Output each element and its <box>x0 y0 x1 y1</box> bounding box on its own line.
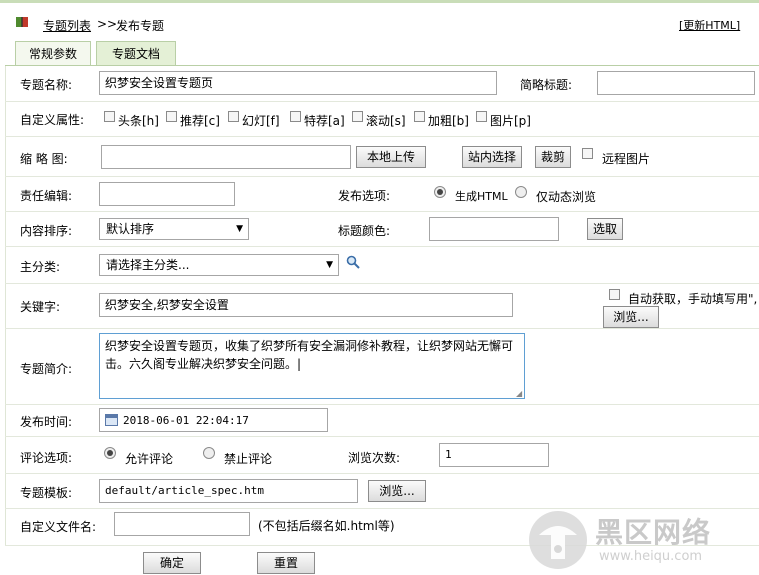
publish-html-label: 生成HTML <box>455 190 508 203</box>
sort-label: 内容排序: <box>20 224 73 238</box>
comment-label: 评论选项: <box>20 451 73 465</box>
resize-handle-icon[interactable]: ◢ <box>516 390 523 398</box>
calendar-icon[interactable] <box>105 414 118 426</box>
search-icon[interactable] <box>346 255 360 269</box>
editor-input[interactable] <box>99 182 235 206</box>
publish-time-input[interactable]: 2018-06-01 22:04:17 <box>99 408 328 432</box>
row-divider <box>5 176 759 177</box>
views-input[interactable]: 1 <box>439 443 549 467</box>
auto-keywords-label: 自动获取，手动填写用", <box>628 292 758 306</box>
breadcrumb-topic-list-link[interactable]: 专题列表 <box>43 17 91 34</box>
keywords-label: 关键字: <box>20 300 61 314</box>
attr-checkbox-b[interactable] <box>414 111 425 122</box>
attr-checkbox-c[interactable] <box>166 111 177 122</box>
keywords-browse-button[interactable]: 浏览... <box>603 306 659 328</box>
comment-allow-radio[interactable] <box>104 447 116 459</box>
attr-label: 自定义属性: <box>20 113 85 127</box>
attr-label-b: 加粗[b] <box>428 114 469 128</box>
category-select-value: 请选择主分类... <box>106 258 190 272</box>
watermark-logo-icon <box>529 511 587 569</box>
auto-keywords-checkbox[interactable] <box>609 289 620 300</box>
tab-topic-docs[interactable]: 专题文档 <box>96 41 176 65</box>
row-divider <box>5 246 759 247</box>
remote-image-checkbox[interactable] <box>582 148 593 159</box>
category-label: 主分类: <box>20 260 61 274</box>
attr-label-p: 图片[p] <box>490 114 531 128</box>
template-label: 专题模板: <box>20 486 73 500</box>
color-pick-button[interactable]: 选取 <box>587 218 623 240</box>
filename-input[interactable] <box>114 512 250 536</box>
dropdown-arrow-icon: ▼ <box>326 260 333 270</box>
attr-label-a: 特荐[a] <box>304 114 345 128</box>
attr-checkbox-f[interactable] <box>228 111 239 122</box>
category-select[interactable]: 请选择主分类... ▼ <box>99 254 339 276</box>
watermark: 黑区网络 www.heiqu.com <box>525 505 759 575</box>
views-label: 浏览次数: <box>348 451 401 465</box>
attr-label-s: 滚动[s] <box>366 114 406 128</box>
short-title-input[interactable] <box>597 71 755 95</box>
crop-button[interactable]: 裁剪 <box>535 146 571 168</box>
filename-label: 自定义文件名: <box>20 520 97 534</box>
publish-label: 发布选项: <box>338 189 391 203</box>
publish-dynamic-radio[interactable] <box>515 186 527 198</box>
row-divider <box>5 404 759 405</box>
attr-checkbox-p[interactable] <box>476 111 487 122</box>
row-divider <box>5 473 759 474</box>
page-header: 专题列表 >> 发布专题 [更新HTML] <box>0 3 759 41</box>
row-divider <box>5 101 759 102</box>
comment-allow-label: 允许评论 <box>125 452 174 466</box>
update-html-link[interactable]: [更新HTML] <box>679 17 740 33</box>
title-label: 专题名称: <box>20 78 73 92</box>
title-color-input[interactable] <box>429 217 559 241</box>
intro-text: 织梦安全设置专题页，收集了织梦所有安全漏洞修补教程，让织梦网站无懈可击。六久阁专… <box>105 339 514 371</box>
filename-hint: (不包括后缀名如.html等) <box>258 519 395 533</box>
dropdown-arrow-icon: ▼ <box>236 224 243 234</box>
local-upload-button[interactable]: 本地上传 <box>356 146 426 168</box>
reset-button[interactable]: 重置 <box>257 552 315 574</box>
comment-deny-label: 禁止评论 <box>224 452 273 466</box>
publish-time-label: 发布时间: <box>20 415 73 429</box>
title-input[interactable]: 织梦安全设置专题页 <box>99 71 497 95</box>
watermark-text: 黑区网络 <box>595 516 712 549</box>
short-title-label: 简略标题: <box>520 78 573 92</box>
row-divider <box>5 328 759 329</box>
row-divider <box>5 436 759 437</box>
thumb-label: 缩 略 图: <box>20 152 68 166</box>
book-icon <box>16 17 28 27</box>
publish-html-radio[interactable] <box>434 186 446 198</box>
attr-label-h: 头条[h] <box>118 114 159 128</box>
comment-deny-radio[interactable] <box>203 447 215 459</box>
editor-label: 责任编辑: <box>20 189 73 203</box>
intro-label: 专题简介: <box>20 362 73 376</box>
publish-time-value: 2018-06-01 22:04:17 <box>123 414 249 427</box>
template-browse-button[interactable]: 浏览... <box>368 480 426 502</box>
attr-label-c: 推荐[c] <box>180 114 220 128</box>
row-divider <box>5 211 759 212</box>
thumb-input[interactable] <box>101 145 351 169</box>
breadcrumb-separator: >> <box>97 17 118 31</box>
attr-checkbox-s[interactable] <box>352 111 363 122</box>
publish-dynamic-label: 仅动态浏览 <box>536 190 597 204</box>
row-divider <box>5 136 759 137</box>
sort-select-value: 默认排序 <box>106 222 155 236</box>
attr-checkbox-h[interactable] <box>104 111 115 122</box>
sort-select[interactable]: 默认排序 ▼ <box>99 218 249 240</box>
remote-image-label: 远程图片 <box>602 152 651 166</box>
breadcrumb-current: 发布专题 <box>116 19 165 33</box>
confirm-button[interactable]: 确定 <box>143 552 201 574</box>
attr-label-f: 幻灯[f] <box>242 114 280 128</box>
keywords-input[interactable]: 织梦安全,织梦安全设置 <box>99 293 513 317</box>
site-select-button[interactable]: 站内选择 <box>462 146 522 168</box>
tab-general-params[interactable]: 常规参数 <box>15 41 91 65</box>
title-color-label: 标题颜色: <box>338 224 391 238</box>
watermark-url: www.heiqu.com <box>599 549 703 564</box>
template-input[interactable]: default/article_spec.htm <box>99 479 358 503</box>
intro-textarea[interactable]: 织梦安全设置专题页，收集了织梦所有安全漏洞修补教程，让织梦网站无懈可击。六久阁专… <box>99 333 525 399</box>
attr-checkbox-a[interactable] <box>290 111 301 122</box>
row-divider <box>5 283 759 284</box>
